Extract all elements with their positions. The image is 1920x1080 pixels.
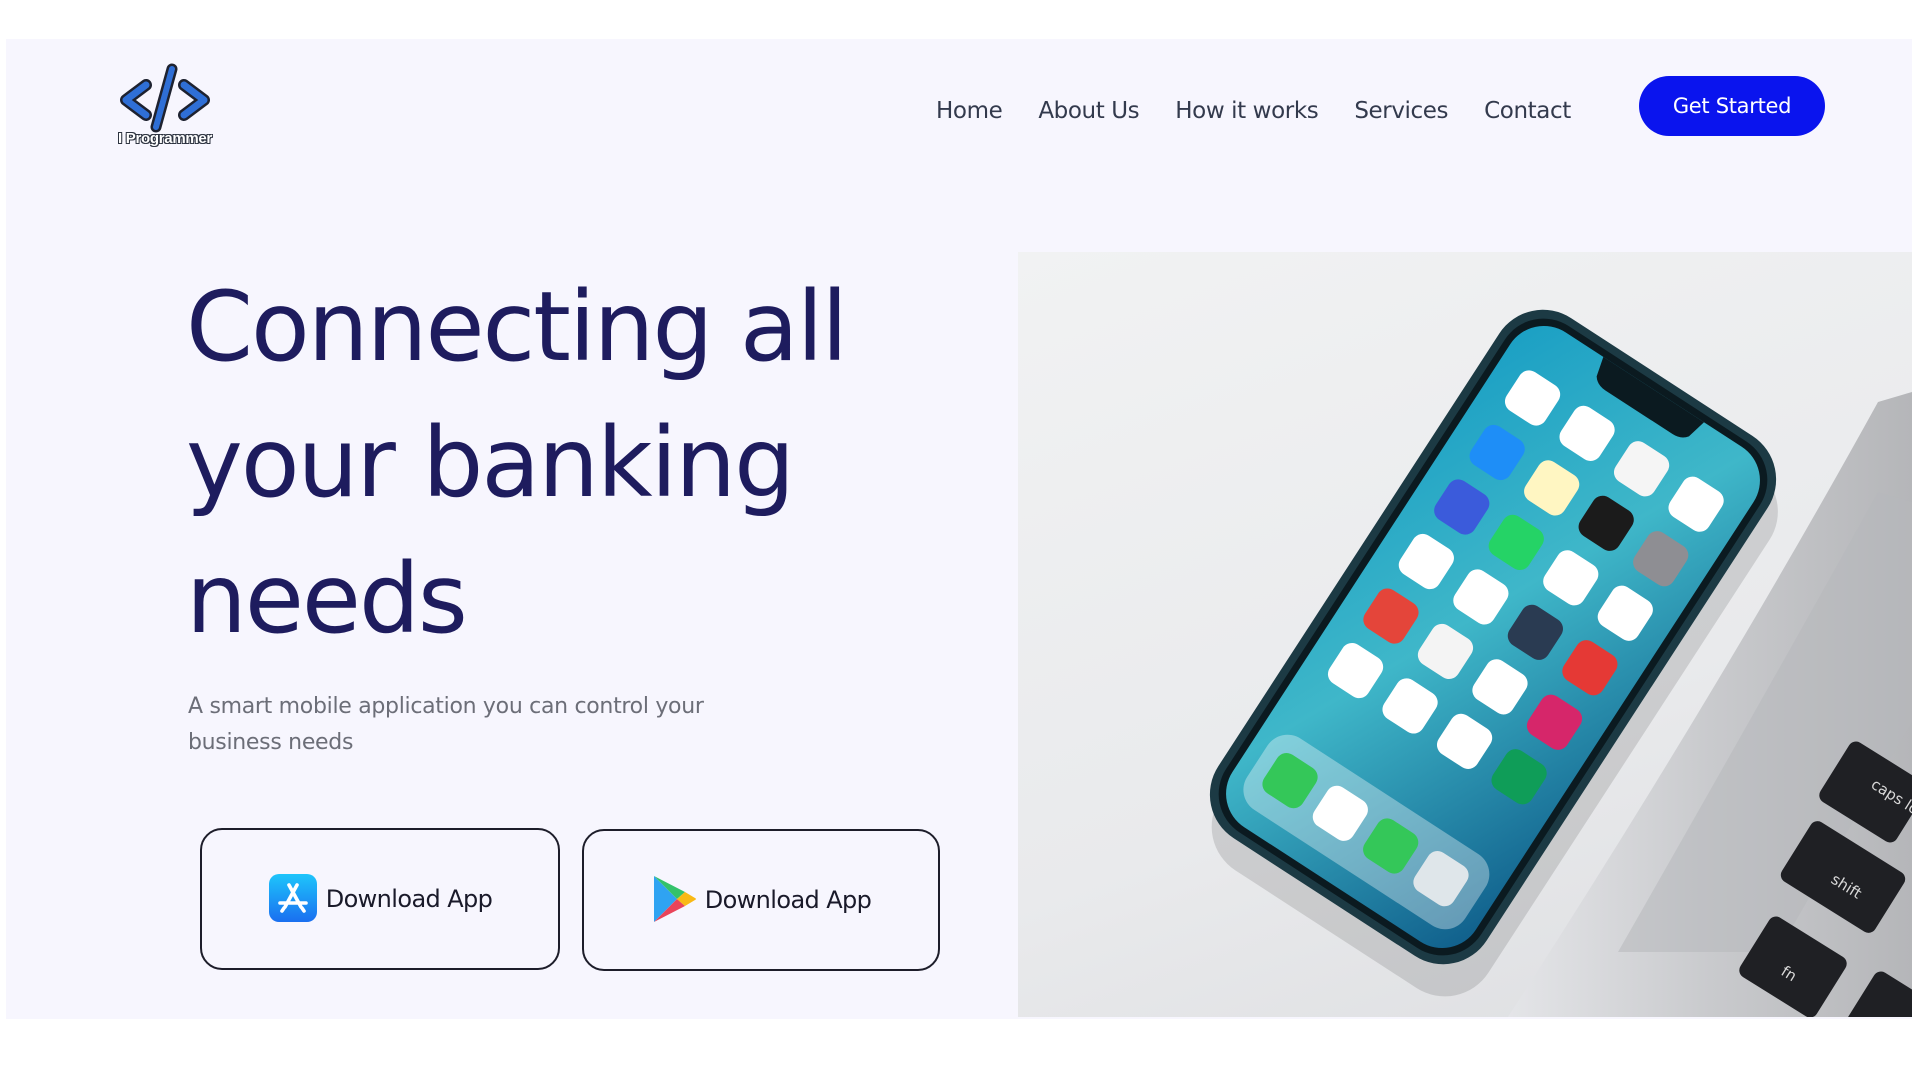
nav-how-it-works[interactable]: How it works (1175, 98, 1318, 124)
page-frame: I Programmer Home About Us How it works … (6, 39, 1912, 1019)
nav-contact[interactable]: Contact (1484, 98, 1571, 124)
smartphone-photo: caps lo shift fn (1209, 309, 1912, 1017)
code-brackets-icon (120, 63, 210, 133)
download-app-store-button[interactable]: Download App (200, 828, 560, 970)
app-store-icon (268, 873, 318, 926)
nav-about-us[interactable]: About Us (1038, 98, 1139, 124)
main-nav: Home About Us How it works Services Cont… (936, 91, 1571, 131)
hero-title: Connecting all your banking needs (186, 271, 848, 655)
logo[interactable]: I Programmer (110, 63, 220, 159)
hero-subtitle: A smart mobile application you can contr… (188, 694, 704, 755)
logo-text: I Programmer (118, 130, 212, 147)
get-started-button[interactable]: Get Started (1639, 76, 1825, 136)
download-app-label: Download App (704, 886, 872, 914)
nav-home[interactable]: Home (936, 98, 1003, 124)
nav-services[interactable]: Services (1354, 98, 1448, 124)
download-app-label: Download App (325, 885, 493, 913)
hero-image: caps lo shift fn (1018, 252, 1912, 1017)
google-play-icon (651, 874, 697, 927)
download-google-play-button[interactable]: Download App (582, 829, 940, 971)
